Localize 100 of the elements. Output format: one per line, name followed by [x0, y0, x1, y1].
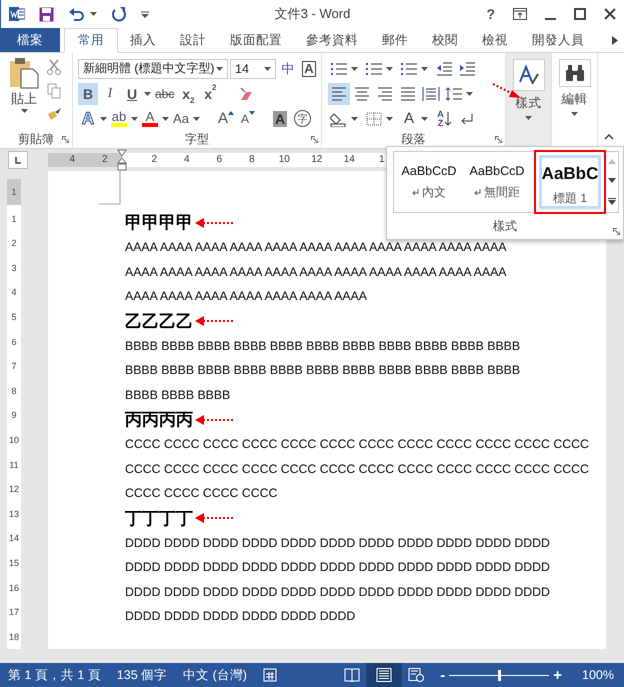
ribbon-tab[interactable]: 版面配置 — [218, 28, 294, 52]
help-button[interactable]: ? — [486, 6, 495, 22]
scroll-down-icon[interactable] — [608, 178, 616, 184]
ribbon-tab[interactable]: 郵件 — [370, 28, 420, 52]
font-size-field[interactable]: 14 — [230, 58, 276, 78]
strike-button[interactable]: abc — [153, 82, 176, 104]
caret-icon — [571, 112, 578, 116]
paste-button[interactable]: 貼上 — [6, 57, 42, 130]
save-icon[interactable] — [39, 6, 54, 22]
character-border-button[interactable]: A — [302, 60, 316, 76]
caret-icon — [216, 66, 223, 70]
enclose-character-button[interactable]: 字 — [292, 108, 314, 130]
ruler-number: 13 — [8, 508, 19, 521]
ribbon-display-icon[interactable] — [513, 8, 527, 20]
zoom-slider[interactable] — [449, 670, 550, 680]
bullets-icon — [330, 60, 348, 76]
ruler-number: 7 — [10, 360, 18, 374]
customize-menu-icon[interactable] — [141, 10, 149, 18]
ruler-number: 8 — [248, 154, 256, 166]
ruler-number: 16 — [8, 582, 19, 595]
editing-button[interactable]: 編輯 — [558, 53, 590, 116]
file-tab[interactable]: 檔案 — [0, 28, 60, 52]
sort-button[interactable]: A Z — [433, 108, 455, 130]
body-text-line: AAAA AAAA AAAA AAAA AAAA AAAA AAAA AAAA AAAA AAAA AAAA — [125, 264, 508, 280]
page-count[interactable]: 第 1 頁，共 1 頁 — [8, 666, 101, 684]
numbering-icon — [365, 60, 383, 76]
launcher-icon[interactable] — [311, 136, 318, 143]
binoculars-icon — [558, 59, 590, 87]
paintbrush-icon[interactable] — [46, 107, 62, 121]
maximize-icon[interactable] — [574, 8, 586, 20]
italic-button[interactable]: I — [100, 82, 120, 104]
ruler-number: 9 — [10, 409, 18, 422]
ruler-number: 14 — [8, 532, 19, 546]
collapse-ribbon-icon[interactable] — [604, 134, 614, 140]
body-text-line: CCCC CCCC CCCC CCCC CCCC CCCC CCCC CCCC CCCC CCCC CCCC CCCC — [125, 436, 590, 453]
style-item[interactable]: AaBbCcD 內文 — [396, 154, 462, 210]
indent-icon — [458, 60, 476, 76]
scroll-right-icon[interactable] — [612, 36, 618, 45]
launcher-icon[interactable] — [495, 136, 502, 143]
underline-button[interactable]: U — [122, 82, 142, 104]
ruler-number: 1 — [10, 212, 18, 226]
page-icon — [376, 668, 392, 682]
grid-icon — [365, 110, 383, 126]
highlight-button[interactable]: ab — [109, 108, 129, 130]
phonetic-guide-button[interactable]: 中 — [278, 58, 298, 80]
book-icon — [344, 668, 360, 682]
text-effect-button[interactable]: A — [78, 108, 98, 130]
align-left-button[interactable] — [328, 82, 350, 104]
change-case-button[interactable]: Aa — [171, 108, 191, 130]
style-item[interactable]: AaBbCcD 無間距 — [464, 154, 530, 210]
ruler-number: 8 — [10, 384, 18, 398]
group-label: 剪貼簿 — [18, 130, 54, 148]
body-text-line: AAAA AAAA AAAA AAAA AAAA AAAA AAAA — [125, 288, 368, 305]
launcher-icon[interactable] — [613, 228, 620, 235]
style-item[interactable]: AaBbC 標題 1 — [539, 155, 601, 209]
macro-record-icon[interactable] — [262, 668, 277, 682]
indent-marker-icon[interactable] — [117, 149, 127, 171]
ribbon-tab[interactable]: 參考資料 — [294, 28, 370, 52]
caret-icon — [144, 92, 151, 96]
print-layout-button[interactable] — [366, 663, 402, 687]
window-title: 文件3 - Word — [274, 5, 350, 23]
heading-text: 丁丁丁丁 — [125, 508, 193, 530]
word-count[interactable]: 135 個字 — [116, 666, 168, 684]
heading-text: 丙丙丙丙 — [125, 409, 193, 431]
ruler-number: 12 — [8, 483, 19, 496]
bold-button[interactable]: B — [78, 82, 98, 104]
asian-layout-button[interactable]: A — [398, 108, 420, 130]
shrink-font-button[interactable]: A — [238, 108, 258, 130]
ruler-number: 15 — [8, 556, 19, 570]
grow-font-button[interactable]: A — [216, 108, 236, 130]
ruler-number: 12 — [310, 154, 324, 166]
zoom-out-button[interactable]: - — [440, 666, 446, 684]
ribbon-tab[interactable]: 常用 — [64, 28, 118, 53]
ruler-number: 1 — [11, 186, 16, 200]
zoom-level[interactable]: 100% — [582, 668, 614, 682]
language-indicator[interactable]: 中文 (台灣) — [183, 666, 247, 684]
caret-icon — [20, 109, 28, 113]
ribbon-tab[interactable]: 開發人員 — [520, 28, 596, 52]
font-color-button[interactable]: A — [140, 108, 160, 130]
more-icon[interactable] — [608, 198, 616, 205]
scissors-icon[interactable] — [47, 59, 61, 75]
ruler-number: 11 — [8, 458, 19, 472]
undo-icon[interactable] — [68, 7, 86, 21]
align-left-icon — [330, 86, 348, 102]
caret-icon — [386, 116, 393, 120]
tab-stop-selector-icon[interactable] — [8, 151, 28, 169]
zoom-in-button[interactable]: + — [553, 666, 562, 684]
launcher-icon[interactable] — [62, 136, 69, 143]
ribbon-tab[interactable]: 檢視 — [470, 28, 520, 52]
ruler-number: 2 — [100, 154, 109, 166]
font-name-field[interactable]: 新細明體 (標題中文字型) — [78, 58, 228, 78]
redo-icon[interactable] — [111, 6, 127, 22]
ribbon-tab[interactable]: 設計 — [168, 28, 218, 52]
close-icon[interactable] — [604, 8, 616, 20]
ribbon-tab[interactable]: 校閱 — [420, 28, 470, 52]
ribbon-tab[interactable]: 插入 — [118, 28, 168, 52]
caret-icon — [421, 66, 428, 70]
caret-icon — [131, 116, 138, 120]
caret-icon — [466, 92, 473, 96]
word-app-icon[interactable] — [9, 6, 25, 22]
